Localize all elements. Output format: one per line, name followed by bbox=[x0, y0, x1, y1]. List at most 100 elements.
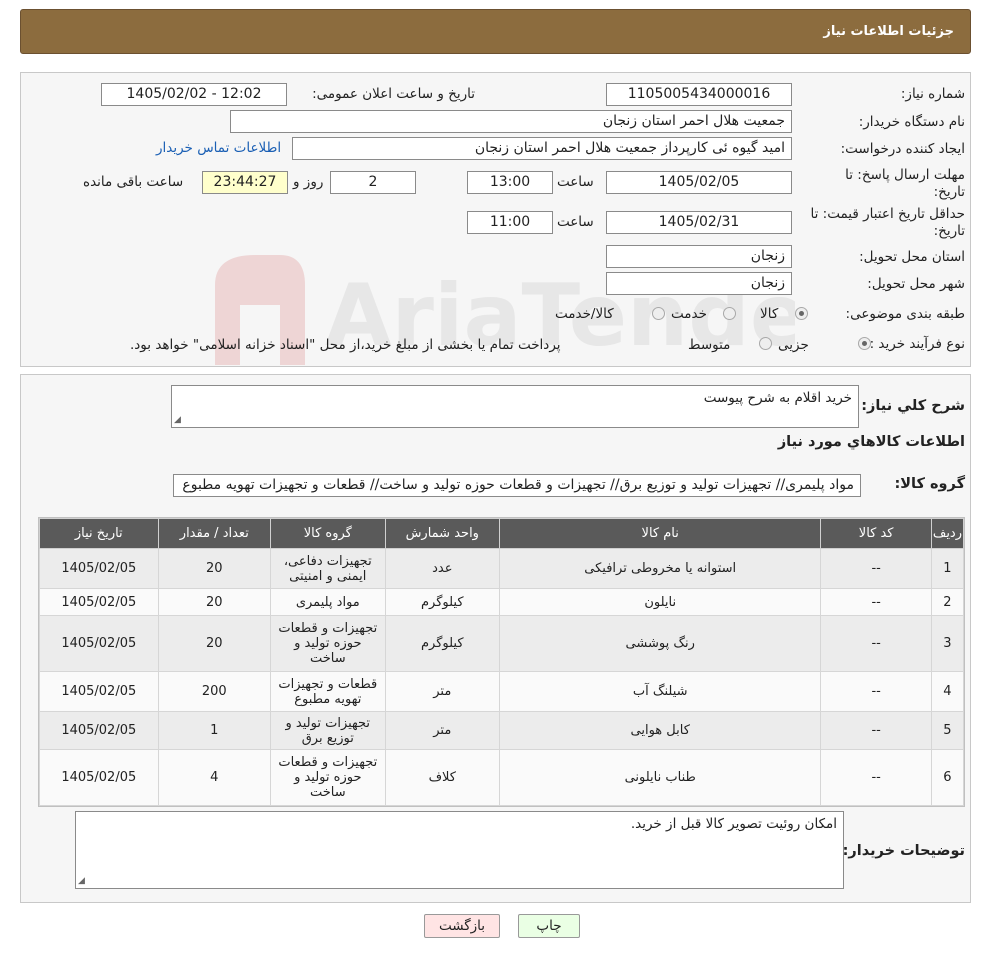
process-option-minor: جزیی bbox=[778, 337, 809, 353]
cell-quantity: 20 bbox=[157, 588, 272, 616]
table-row: 5 -- کابل هوایی متر تجهیزات تولید و توزی… bbox=[39, 711, 965, 750]
days-label: روز و bbox=[293, 174, 324, 190]
deadline-time-label: ساعت bbox=[557, 174, 594, 190]
cell-row-num: 1 bbox=[930, 548, 965, 589]
cell-group: قطعات و تجهیزات تهویه مطبوع bbox=[270, 671, 386, 712]
process-option-medium: متوسط bbox=[688, 337, 731, 353]
days-field: 2 bbox=[330, 171, 416, 194]
goods-group-field: مواد پلیمری// تجهیزات تولید و توزیع برق/… bbox=[173, 474, 861, 497]
need-number-field: 1105005434000016 bbox=[606, 83, 792, 106]
cell-date: 1405/02/05 bbox=[39, 615, 159, 672]
category-option-goods: کالا bbox=[760, 306, 779, 322]
table-row: 6 -- طناب نایلونی کلاف تجهیزات و قطعات ح… bbox=[39, 749, 965, 806]
cell-name: طناب نایلونی bbox=[499, 749, 822, 806]
col-header-code: کد کالا bbox=[820, 518, 932, 549]
cell-date: 1405/02/05 bbox=[39, 749, 159, 806]
announce-label: تاریخ و ساعت اعلان عمومی: bbox=[312, 86, 475, 102]
cell-name: استوانه یا مخروطی ترافیکی bbox=[499, 548, 822, 589]
deadline-time-field: 13:00 bbox=[467, 171, 553, 194]
deadline-date-field: 1405/02/05 bbox=[606, 171, 792, 194]
creator-label: ایجاد کننده درخواست: bbox=[840, 141, 965, 157]
validity-label: حداقل تاریخ اعتبار قیمت: تا تاریخ: bbox=[810, 206, 965, 239]
creator-field: امید گیوه ئی کارپرداز جمعیت هلال احمر اس… bbox=[292, 137, 792, 160]
table-row: 4 -- شیلنگ آب متر قطعات و تجهیزات تهویه … bbox=[39, 671, 965, 712]
process-label: نوع فرآیند خرید : bbox=[869, 336, 965, 352]
resize-grip-icon[interactable]: ◢ bbox=[174, 415, 181, 425]
remaining-label: ساعت باقی مانده bbox=[83, 174, 184, 190]
goods-table: رديف کد کالا نام کالا واحد شمارش گروه کا… bbox=[39, 518, 965, 806]
cell-quantity: 200 bbox=[157, 671, 272, 712]
buyer-notes-text: امکان روئیت تصویر کالا قبل از خرید. bbox=[630, 816, 837, 832]
cell-row-num: 5 bbox=[930, 711, 965, 750]
payment-note: پرداخت تمام یا بخشی از مبلغ خرید،از محل … bbox=[130, 337, 561, 353]
city-label: شهر محل تحویل: bbox=[867, 276, 965, 292]
summary-label: شرح کلي نياز: bbox=[861, 398, 965, 414]
page-title: جزئیات اطلاعات نیاز bbox=[823, 24, 954, 39]
col-header-group: گروه کالا bbox=[270, 518, 386, 549]
cell-group: تجهیزات دفاعی، ایمنی و امنیتی bbox=[270, 548, 386, 589]
cell-unit: کلاف bbox=[384, 749, 501, 806]
cell-date: 1405/02/05 bbox=[39, 548, 159, 589]
buyer-org-field: جمعیت هلال احمر استان زنجان bbox=[230, 110, 792, 133]
cell-row-num: 6 bbox=[930, 749, 965, 806]
buyer-notes-label: توضیحات خریدار: bbox=[842, 843, 965, 859]
cell-row-num: 2 bbox=[930, 588, 965, 616]
cell-unit: متر bbox=[384, 711, 501, 750]
summary-textarea[interactable]: خرید اقلام به شرح پیوست ◢ bbox=[171, 385, 859, 428]
goods-table-wrapper: رديف کد کالا نام کالا واحد شمارش گروه کا… bbox=[38, 517, 965, 807]
buyer-contact-link[interactable]: اطلاعات تماس خریدار bbox=[156, 140, 281, 156]
category-label: طبقه بندی موضوعی: bbox=[845, 306, 965, 322]
resize-grip-icon[interactable]: ◢ bbox=[78, 876, 85, 886]
cell-name: شیلنگ آب bbox=[499, 671, 822, 712]
validity-time-field: 11:00 bbox=[467, 211, 553, 234]
cell-group: تجهیزات و قطعات حوزه تولید و ساخت bbox=[270, 749, 386, 806]
print-button[interactable]: چاپ bbox=[518, 914, 580, 938]
cell-unit: کیلوگرم bbox=[384, 588, 501, 616]
buyer-notes-textarea[interactable]: امکان روئیت تصویر کالا قبل از خرید. ◢ bbox=[75, 811, 844, 889]
cell-quantity: 1 bbox=[157, 711, 272, 750]
cell-code: -- bbox=[820, 711, 932, 750]
goods-group-label: گروه کالا: bbox=[894, 476, 965, 492]
process-radio-minor[interactable] bbox=[858, 337, 871, 350]
col-header-name: نام کالا bbox=[499, 518, 822, 549]
cell-unit: متر bbox=[384, 671, 501, 712]
cell-code: -- bbox=[820, 615, 932, 672]
cell-unit: عدد bbox=[384, 548, 501, 589]
validity-time-label: ساعت bbox=[557, 214, 594, 230]
need-number-label: شماره نیاز: bbox=[900, 86, 965, 102]
cell-date: 1405/02/05 bbox=[39, 711, 159, 750]
cell-quantity: 20 bbox=[157, 548, 272, 589]
page-header: جزئیات اطلاعات نیاز bbox=[20, 9, 971, 54]
cell-code: -- bbox=[820, 588, 932, 616]
city-field: زنجان bbox=[606, 272, 792, 295]
col-header-unit: واحد شمارش bbox=[384, 518, 501, 549]
table-row: 1 -- استوانه یا مخروطی ترافیکی عدد تجهیز… bbox=[39, 548, 965, 589]
deadline-label: مهلت ارسال پاسخ: تا تاریخ: bbox=[845, 167, 965, 200]
cell-name: نایلون bbox=[499, 588, 822, 616]
buyer-org-label: نام دستگاه خریدار: bbox=[858, 114, 965, 130]
validity-date-field: 1405/02/31 bbox=[606, 211, 792, 234]
col-header-date: تاریخ نیاز bbox=[39, 518, 159, 549]
cell-name: کابل هوایی bbox=[499, 711, 822, 750]
back-button[interactable]: بازگشت bbox=[424, 914, 500, 938]
cell-date: 1405/02/05 bbox=[39, 588, 159, 616]
col-header-row-num: رديف bbox=[930, 518, 965, 549]
cell-code: -- bbox=[820, 548, 932, 589]
province-field: زنجان bbox=[606, 245, 792, 268]
cell-code: -- bbox=[820, 749, 932, 806]
category-option-goods-service: کالا/خدمت bbox=[555, 306, 614, 322]
process-radio-medium[interactable] bbox=[759, 337, 772, 350]
category-option-service: خدمت bbox=[671, 306, 707, 322]
goods-info-title: اطلاعات کالاهاي مورد نياز bbox=[777, 434, 965, 450]
category-radio-goods[interactable] bbox=[795, 307, 808, 320]
cell-row-num: 3 bbox=[930, 615, 965, 672]
cell-group: مواد پلیمری bbox=[270, 588, 386, 616]
announce-field: 1405/02/02 - 12:02 bbox=[101, 83, 287, 106]
cell-row-num: 4 bbox=[930, 671, 965, 712]
cell-group: تجهیزات و قطعات حوزه تولید و ساخت bbox=[270, 615, 386, 672]
table-row: 2 -- نایلون کیلوگرم مواد پلیمری 20 1405/… bbox=[39, 588, 965, 616]
category-radio-goods-service[interactable] bbox=[652, 307, 665, 320]
table-row: 3 -- رنگ پوششی کیلوگرم تجهیزات و قطعات ح… bbox=[39, 615, 965, 672]
category-radio-service[interactable] bbox=[723, 307, 736, 320]
cell-quantity: 4 bbox=[157, 749, 272, 806]
